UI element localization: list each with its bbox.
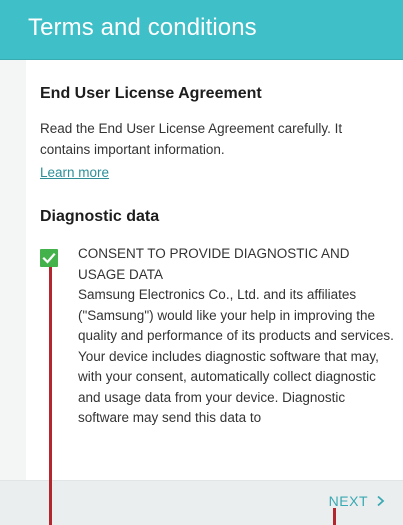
next-label: NEXT — [328, 493, 368, 509]
eula-description: Read the End User License Agreement care… — [40, 121, 343, 157]
terms-screen: Terms and conditions End User License Ag… — [0, 0, 403, 525]
annotation-marker-right — [333, 508, 336, 525]
next-button[interactable]: NEXT — [329, 493, 385, 509]
consent-text: CONSENT TO PROVIDE DIAGNOSTIC AND USAGE … — [78, 244, 396, 429]
learn-more-link[interactable]: Learn more — [40, 165, 109, 180]
chevron-right-icon — [376, 495, 385, 507]
annotation-marker-left — [49, 267, 52, 525]
bottom-bar: NEXT — [0, 480, 403, 525]
diagnostic-consent-checkbox[interactable] — [40, 249, 58, 267]
app-header: Terms and conditions — [0, 0, 403, 60]
consent-title: CONSENT TO PROVIDE DIAGNOSTIC AND USAGE … — [78, 246, 350, 282]
terms-card[interactable]: End User License Agreement Read the End … — [26, 60, 403, 480]
diagnostic-heading: Diagnostic data — [40, 208, 160, 225]
eula-heading: End User License Agreement — [40, 85, 262, 102]
page-title: Terms and conditions — [28, 14, 257, 41]
consent-body: Samsung Electronics Co., Ltd. and its af… — [78, 287, 394, 425]
check-icon — [40, 249, 58, 267]
